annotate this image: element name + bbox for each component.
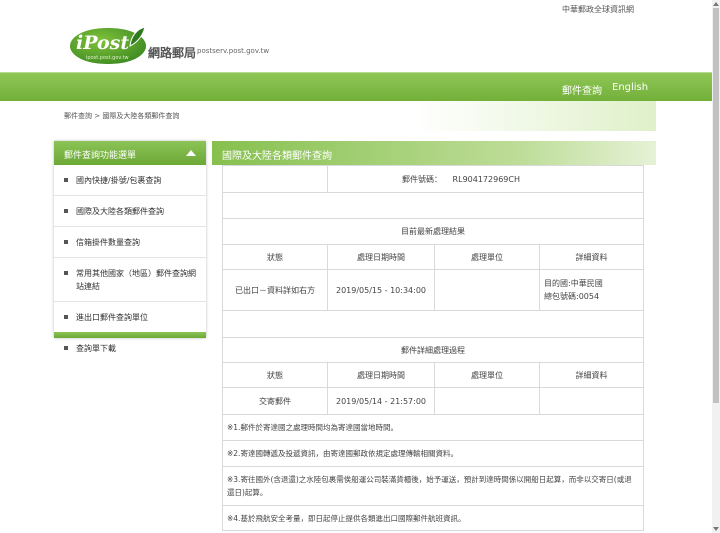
latest-detail-dest: 目的國:中華民國: [544, 279, 603, 288]
tracking-number: RL904172969CH: [452, 174, 520, 184]
spacer-row-2: [222, 310, 644, 338]
detail-col-detail: 詳細資料: [539, 362, 644, 388]
page-scrollbar[interactable]: [712, 0, 720, 533]
tracking-number-row: 郵件號碼： RL904172969CH: [222, 165, 644, 193]
site-name: 網路郵局: [148, 46, 197, 60]
note-4: ※4.基於飛航安全考量，即日起停止提供各類進出口國際郵件航班資訊。: [222, 506, 644, 531]
latest-header-row: 狀態 處理日期時間 處理單位 詳細資料: [222, 244, 644, 270]
main-content: 國際及大陸各類郵件查詢 郵件號碼： RL904172969CH 目前最新處理結果…: [212, 141, 656, 533]
detail-section-title: 郵件詳細處理過程: [222, 337, 644, 363]
detail-status: 交寄郵件: [222, 387, 328, 415]
detail-col-datetime: 處理日期時間: [327, 362, 435, 388]
detail-col-unit: 處理單位: [434, 362, 540, 388]
tracking-table: 郵件號碼： RL904172969CH 目前最新處理結果 狀態 處理日期時間 處…: [222, 165, 644, 415]
note-2: ※2.寄達國轉遞及投遞資訊，由寄達國郵政依規定處理傳輸相關資料。: [222, 441, 644, 467]
leaf-icon: [129, 26, 146, 47]
col-status: 狀態: [222, 244, 328, 270]
latest-datetime: 2019/05/15 - 10:34:00: [327, 269, 435, 311]
gov-portal-link[interactable]: 中華郵政全球資訊網: [562, 4, 634, 15]
detail-header-row: 狀態 處理日期時間 處理單位 詳細資料: [222, 362, 644, 388]
site-url: postserv.post.gov.tw: [197, 47, 270, 55]
detail-detail: [539, 387, 644, 415]
sidebar-item-other-countries[interactable]: 常用其他國家（地區）郵件查詢網站連結: [54, 258, 206, 302]
scroll-down-arrow-icon[interactable]: [713, 527, 719, 531]
page-title: 國際及大陸各類郵件查詢: [222, 151, 332, 162]
latest-detail: 目的國:中華民國 總包號碼:0054: [539, 269, 644, 311]
detail-unit: [434, 387, 540, 415]
col-detail: 詳細資料: [539, 244, 644, 270]
main-header: 國際及大陸各類郵件查詢: [212, 141, 656, 165]
scroll-up-arrow-icon[interactable]: [713, 2, 719, 6]
latest-status: 已出口－資料詳如右方: [222, 269, 328, 311]
latest-row: 已出口－資料詳如右方 2019/05/15 - 10:34:00 目的國:中華民…: [222, 269, 644, 311]
logo-sub: ipost.post.gov.tw: [86, 55, 129, 61]
main-navbar: 郵件查詢 English: [0, 72, 712, 101]
nav-english[interactable]: English: [612, 82, 648, 93]
detail-row: 交寄郵件 2019/05/14 - 21:57:00: [222, 387, 644, 415]
tracking-label: 郵件號碼：: [402, 174, 442, 184]
breadcrumb[interactable]: 郵件查詢 > 國際及大陸各類郵件查詢: [64, 111, 179, 121]
sidebar-menu: 郵件查詢功能選單 國內快捷/掛號/包裹查詢 國際及大陸各類郵件查詢 信箱掛件數量…: [54, 141, 206, 353]
sidebar-title: 郵件查詢功能選單: [64, 151, 137, 161]
top-utility-bar: 中華郵政全球資訊網: [0, 0, 712, 18]
site-logo[interactable]: iPost ipost.post.gov.tw 網路郵局 postserv.po…: [70, 22, 330, 72]
detail-col-status: 狀態: [222, 362, 328, 388]
col-unit: 處理單位: [434, 244, 540, 270]
result-panel: 郵件號碼： RL904172969CH 目前最新處理結果 狀態 處理日期時間 處…: [222, 165, 644, 533]
note-3: ※3.寄往國外(含退還)之水陸包裹需俟船運公司裝滿貨櫃後，始予運送，預計到達時間…: [222, 467, 644, 506]
sidebar-item-import-export[interactable]: 進出口郵件查詢單位: [54, 302, 206, 333]
scroll-thumb[interactable]: [713, 8, 719, 403]
latest-detail-bag: 總包號碼:0054: [544, 292, 600, 301]
detail-datetime: 2019/05/14 - 21:57:00: [327, 387, 435, 415]
nav-mail-tracking[interactable]: 郵件查詢: [562, 82, 602, 97]
sidebar-footer: [54, 332, 206, 338]
latest-unit: [434, 269, 540, 311]
sidebar-item-domestic[interactable]: 國內快捷/掛號/包裹查詢: [54, 165, 206, 196]
spacer-row: [222, 192, 644, 219]
latest-section-title: 目前最新處理結果: [222, 218, 644, 245]
sidebar-item-international[interactable]: 國際及大陸各類郵件查詢: [54, 196, 206, 227]
note-1: ※1.郵件於寄達國之處理時間均為寄達國當地時間。: [222, 415, 644, 441]
sidebar-header[interactable]: 郵件查詢功能選單: [54, 141, 206, 165]
collapse-triangle-icon[interactable]: [186, 150, 196, 156]
breadcrumb-bar: 郵件查詢 > 國際及大陸各類郵件查詢: [54, 101, 656, 131]
col-datetime: 處理日期時間: [327, 244, 435, 270]
logo-word: iPost: [76, 32, 130, 54]
ipost-logo-badge: iPost ipost.post.gov.tw: [70, 26, 146, 64]
sidebar-item-mailbox-count[interactable]: 信箱掛件數量查詢: [54, 227, 206, 258]
